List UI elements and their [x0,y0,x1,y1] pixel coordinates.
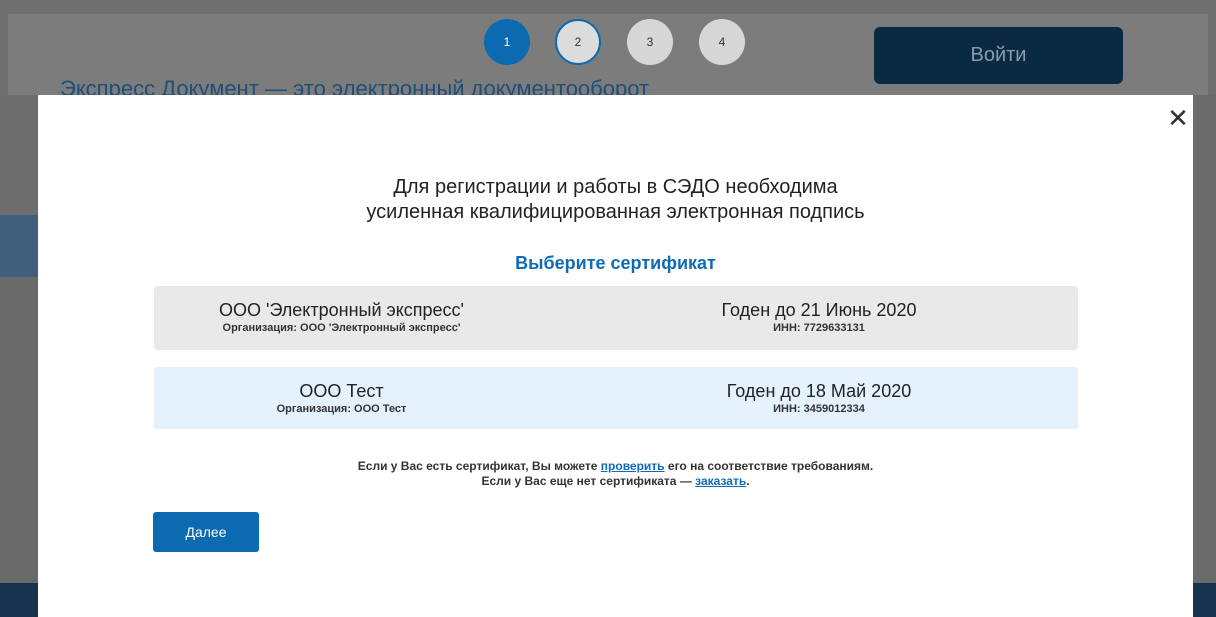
order-link[interactable]: заказать [695,474,746,488]
close-icon[interactable]: ✕ [1166,105,1190,131]
note-text: Если у Вас есть сертификат, Вы можете [357,459,601,473]
certificate-note: Если у Вас есть сертификат, Вы можете пр… [38,459,1193,489]
certificate-valid-until: Годен до 18 Май 2020 [726,381,912,401]
certificate-validity: Годен до 21 Июнь 2020 ИНН: 7729633131 [634,286,1004,350]
certificate-inn: ИНН: 7729633131 [773,322,865,334]
step-3: 3 [627,19,673,65]
background-left-lower [0,277,38,583]
note-text: его на соответствие требованиям. [664,459,874,473]
note-text: . [746,474,750,488]
headline-line-1: Для регистрации и работы в СЭДО необходи… [393,176,838,198]
certificate-owner: ООО Тест Организация: ООО Тест [154,367,529,429]
certificate-owner: ООО 'Электронный экспресс' Организация: … [154,286,529,350]
certificate-inn: ИНН: 3459012334 [773,403,865,415]
certificate-name: ООО Тест [299,381,384,401]
step-2: 2 [555,19,601,65]
headline-line-2: усиленная квалифицированная электронная … [366,201,865,223]
certificate-modal: ✕ Для регистрации и работы в СЭДО необхо… [38,95,1193,617]
note-line-1: Если у Вас есть сертификат, Вы можете пр… [38,459,1193,474]
note-text: Если у Вас еще нет сертификата — [481,474,696,488]
certificate-row-selected[interactable]: ООО Тест Организация: ООО Тест Годен до … [154,367,1078,429]
certificate-validity: Годен до 18 Май 2020 ИНН: 3459012334 [634,367,1004,429]
certificate-name: ООО 'Электронный экспресс' [219,300,464,320]
next-button[interactable]: Далее [153,512,259,552]
choose-certificate-label: Выберите сертификат [515,253,716,273]
step-1: 1 [484,19,530,65]
background-right [1192,95,1216,617]
certificate-organization: Организация: ООО 'Электронный экспресс' [222,322,461,334]
login-button: Войти [874,27,1123,84]
verify-link[interactable]: проверить [601,459,665,473]
modal-headline: Для регистрации и работы в СЭДО необходи… [38,175,1193,225]
step-4: 4 [699,19,745,65]
certificate-organization: Организация: ООО Тест [276,403,407,415]
background-band [0,215,40,277]
certificate-row[interactable]: ООО 'Электронный экспресс' Организация: … [154,286,1078,350]
certificate-valid-until: Годен до 21 Июнь 2020 [721,300,917,320]
note-line-2: Если у Вас еще нет сертификата — заказат… [38,474,1193,489]
